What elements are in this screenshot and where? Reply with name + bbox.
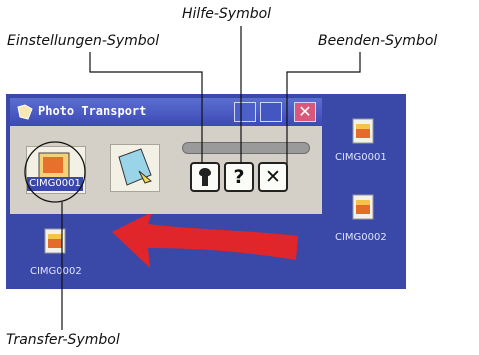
callout-lines (24, 26, 361, 330)
